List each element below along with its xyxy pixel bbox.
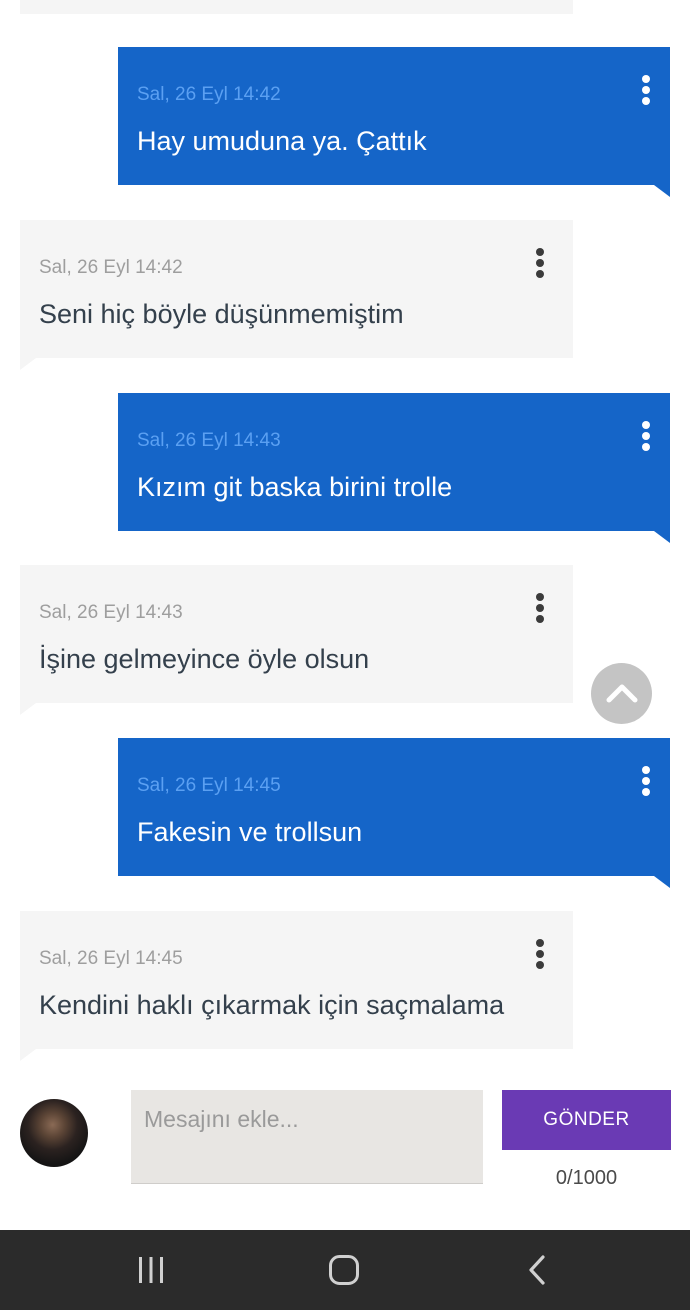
message-bubble-received: Sal, 26 Eyl 14:42 Seni hiç böyle düşünme…	[20, 220, 573, 370]
message-text: Kızım git baska birini trolle	[137, 472, 453, 502]
send-button[interactable]: GÖNDER	[502, 1090, 671, 1150]
message-timestamp: Sal, 26 Eyl 14:43	[137, 430, 281, 451]
more-vertical-icon[interactable]	[530, 937, 550, 971]
bubble-tail	[654, 531, 670, 543]
more-vertical-icon[interactable]	[636, 419, 656, 453]
message-timestamp: Sal, 26 Eyl 14:45	[39, 948, 183, 969]
back-button[interactable]	[477, 1230, 597, 1310]
message-text: Hay umuduna ya. Çattık	[137, 126, 427, 156]
chat-screen: Sal, 26 Eyl 14:42 Hay umuduna ya. Çattık…	[0, 0, 690, 1310]
more-vertical-icon[interactable]	[636, 764, 656, 798]
message-bubble-sent: Sal, 26 Eyl 14:42 Hay umuduna ya. Çattık	[118, 47, 670, 197]
home-button[interactable]	[284, 1230, 404, 1310]
message-timestamp: Sal, 26 Eyl 14:45	[137, 775, 281, 796]
message-bubble-sent: Sal, 26 Eyl 14:43 Kızım git baska birini…	[118, 393, 670, 543]
message-text: İşine gelmeyince öyle olsun	[39, 644, 370, 674]
character-counter: 0/1000	[555, 1167, 618, 1189]
message-timestamp: Sal, 26 Eyl 14:43	[39, 602, 183, 623]
message-bubble-received: Sal, 26 Eyl 14:45 Kendini haklı çıkarmak…	[20, 911, 573, 1061]
bubble-tail	[654, 185, 670, 197]
recent-apps-icon	[139, 1257, 163, 1283]
avatar[interactable]	[20, 1099, 88, 1167]
message-text: Fakesin ve trollsun	[137, 817, 363, 847]
message-input[interactable]	[131, 1090, 483, 1184]
bubble-tail	[20, 703, 36, 715]
bubble-tail	[20, 358, 36, 370]
more-vertical-icon[interactable]	[636, 73, 656, 107]
back-icon	[529, 1255, 545, 1285]
previous-message-bubble	[20, 0, 573, 14]
message-text: Seni hiç böyle düşünmemiştim	[39, 299, 404, 329]
chevron-up-icon	[606, 684, 638, 703]
message-bubble-received: Sal, 26 Eyl 14:43 İşine gelmeyince öyle …	[20, 565, 573, 715]
bubble-tail	[654, 876, 670, 888]
message-text: Kendini haklı çıkarmak için saçmalama	[39, 990, 505, 1020]
system-navigation-bar	[0, 1230, 690, 1310]
home-icon	[329, 1255, 359, 1285]
recent-apps-button[interactable]	[91, 1230, 211, 1310]
more-vertical-icon[interactable]	[530, 246, 550, 280]
message-bubble-sent: Sal, 26 Eyl 14:45 Fakesin ve trollsun	[118, 738, 670, 888]
more-vertical-icon[interactable]	[530, 591, 550, 625]
message-timestamp: Sal, 26 Eyl 14:42	[39, 257, 183, 278]
bubble-tail	[20, 1049, 36, 1061]
scroll-to-top-button[interactable]	[591, 663, 652, 724]
message-timestamp: Sal, 26 Eyl 14:42	[137, 84, 281, 105]
